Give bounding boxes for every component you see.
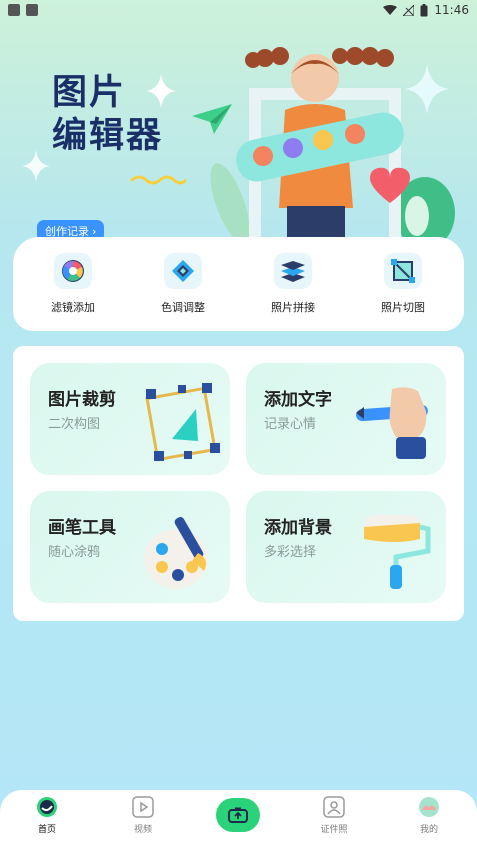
feature-subtitle: 多彩选择 [264,545,317,560]
tab-label: 视频 [133,825,152,835]
home-icon [36,796,58,818]
tool-label: 照片切图 [381,301,425,314]
tool-label: 照片拼接 [271,301,315,314]
tool-label: 色调调整 [161,301,205,314]
notification-icon [26,4,38,16]
palette-brush-icon [140,509,220,593]
feature-add-text[interactable]: 添加文字 记录心情 [246,363,446,475]
tool-filter[interactable]: 滤镜添加 [33,253,113,315]
layers-icon [274,253,312,289]
quick-tools-card: 滤镜添加 色调调整 照片拼接 照片切图 [13,237,464,331]
feature-subtitle: 二次构图 [48,417,101,432]
feature-add-background[interactable]: 添加背景 多彩选择 [246,491,446,603]
no-signal-icon [403,4,415,16]
wifi-icon [383,4,398,15]
feature-grid: 图片裁剪 二次构图 添加文字 记录心情 画笔工具 随心涂鸦 添加背景 多彩选择 [13,346,464,621]
color-wheel-icon [54,253,92,289]
tab-home[interactable]: 首页 [17,796,77,835]
tab-label: 我的 [419,825,438,835]
diamond-adjust-icon [164,253,202,289]
crop-frame-icon [384,253,422,289]
feature-title: 添加文字 [264,390,332,410]
tool-photo-stitch[interactable]: 照片拼接 [253,253,333,315]
tab-label: 首页 [37,825,56,835]
tool-label: 滤镜添加 [51,301,95,314]
feature-subtitle: 记录心情 [264,417,317,432]
squiggle-decoration [130,175,186,185]
id-photo-icon [323,796,345,818]
feature-title: 图片裁剪 [48,390,116,410]
chevron-right-icon: › [92,224,97,238]
feature-title: 画笔工具 [48,518,116,538]
feature-title: 添加背景 [264,518,332,538]
feature-brush-tool[interactable]: 画笔工具 随心涂鸦 [30,491,230,603]
battery-icon [420,3,428,16]
tab-video[interactable]: 视频 [113,796,173,835]
hero-illustration [205,38,477,250]
sparkle-icon [22,150,50,182]
video-icon [132,796,154,818]
crop-corners-icon [140,381,220,465]
tab-id-photo[interactable]: 证件照 [304,796,364,835]
feature-image-crop[interactable]: 图片裁剪 二次构图 [30,363,230,475]
hero-title-line2: 编辑器 [52,116,164,156]
notification-icon [8,4,20,16]
hero-banner: 图片 编辑器 创作记录 › [0,22,477,250]
paint-roller-icon [356,509,436,593]
tab-profile[interactable]: 我的 [399,796,459,835]
feature-subtitle: 随心涂鸦 [48,545,101,560]
tab-label: 证件照 [320,825,348,835]
hero-title-line1: 图片 [52,73,127,113]
hand-pen-icon [356,381,436,465]
tool-photo-cut[interactable]: 照片切图 [363,253,443,315]
status-time: 11:46 [434,3,469,17]
profile-icon [418,796,440,818]
camera-icon [228,807,248,823]
tool-tone-adjust[interactable]: 色调调整 [143,253,223,315]
status-bar: 11:46 [0,0,477,22]
hero-title: 图片 编辑器 [52,72,163,158]
camera-button[interactable] [216,798,260,832]
